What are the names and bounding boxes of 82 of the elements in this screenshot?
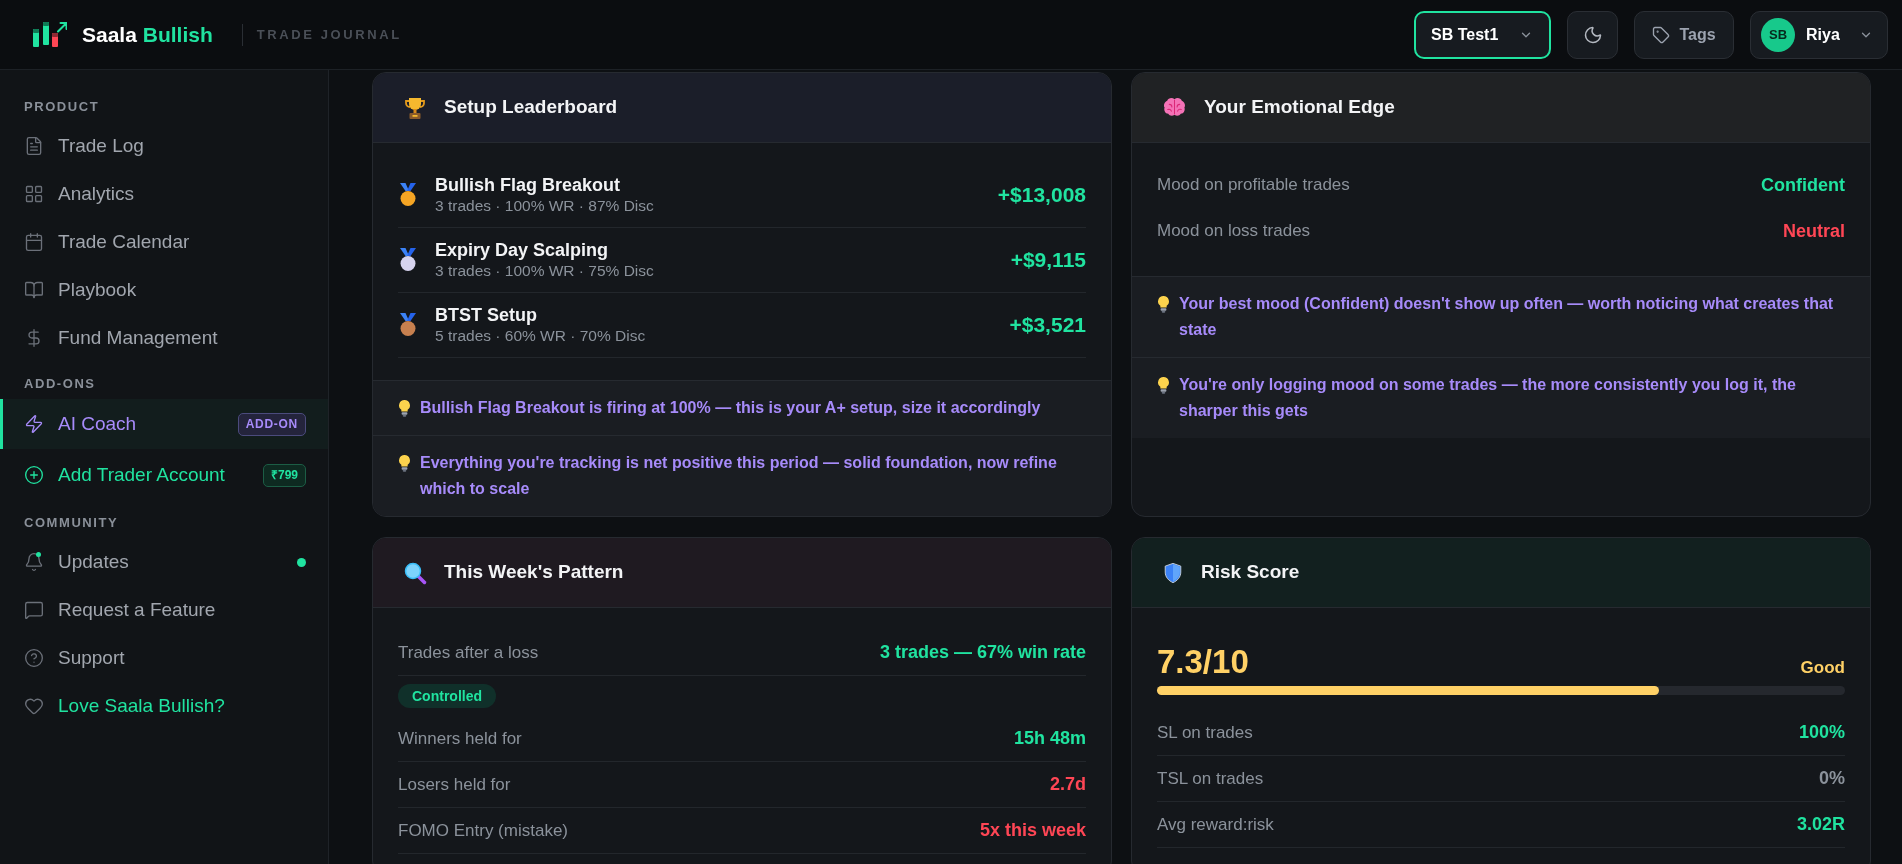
insight-text: Your best mood (Confident) doesn't show up often — worth noticing what creates that state (1179, 294, 1835, 340)
sidebar-item[interactable]: Updates (0, 538, 328, 586)
status-tag: Controlled (398, 684, 496, 708)
sidebar-item[interactable]: Fund Management (0, 314, 328, 362)
shield-icon (1162, 560, 1184, 585)
grid-icon (24, 184, 44, 204)
sidebar-item[interactable]: Love Saala Bullish? (0, 682, 328, 730)
card-title: Setup Leaderboard (444, 95, 618, 120)
help-icon (24, 648, 44, 668)
stat-label: TSL on trades (1157, 767, 1264, 790)
lightbulb-icon (1157, 376, 1170, 394)
tags-button[interactable]: Tags (1634, 10, 1734, 59)
brand-name: Saala Bullish (82, 21, 213, 48)
insight-text: Everything you're tracking is net positive this period — solid foundation, now refine which to scale (420, 453, 1058, 499)
app-subtitle: TRADE JOURNAL (256, 25, 402, 44)
risk-score: 7.3/10 (1157, 645, 1249, 678)
trophy-icon (403, 95, 427, 120)
sidebar-item[interactable]: Request a Feature (0, 586, 328, 634)
sidebar-item[interactable]: Trade Log (0, 122, 328, 170)
section-label: PRODUCT (23, 99, 101, 115)
heart-icon (24, 696, 44, 716)
stat-label: Winners held for (398, 727, 522, 750)
tag-icon (1652, 25, 1671, 44)
plus-circle-icon (24, 465, 44, 485)
stat-value: 15h 48m (1013, 727, 1086, 750)
sidebar-item[interactable]: Add Trader Account ₹799 (0, 449, 328, 501)
sidebar-item[interactable]: Trade Calendar (0, 218, 328, 266)
lightbulb-icon (1157, 295, 1170, 313)
insight-text: Bullish Flag Breakout is firing at 100% — this is your A+ setup, size it accordingly (420, 398, 1042, 418)
stat-value: 3 trades — 67% win rate (879, 641, 1086, 664)
account-switcher[interactable]: SB Test1 (1414, 10, 1551, 59)
stat-label: SL on trades (1157, 721, 1253, 744)
price-badge: ₹799 (262, 463, 306, 487)
profit-value: +$3,521 (1009, 312, 1086, 339)
lightbulb-icon (398, 454, 411, 472)
lightning-icon (24, 414, 44, 434)
stat-value: 3.02R (1796, 813, 1845, 836)
risk-rating: Good (1800, 658, 1845, 678)
stat-label: Losers held for (398, 773, 511, 796)
sidebar-item[interactable]: Analytics (0, 170, 328, 218)
section-label: ADD-ONS (23, 376, 97, 392)
theme-toggle-button[interactable] (1567, 10, 1618, 59)
logo-icon (33, 22, 67, 47)
calendar-icon (24, 232, 44, 252)
setup-name: BTST Setup (435, 305, 538, 326)
moon-icon (1582, 24, 1603, 45)
profit-value: +$9,115 (1010, 247, 1086, 274)
stat-value: Neutral (1783, 219, 1845, 243)
brain-icon (1162, 96, 1187, 119)
card-title: Risk Score (1201, 560, 1300, 585)
setup-stats: 3 trades · 100% WR · 75% Disc (435, 261, 654, 280)
lightbulb-icon (398, 399, 411, 417)
stat-label: Mood on profitable trades (1157, 174, 1350, 197)
setup-stats: 5 trades · 60% WR · 70% Disc (435, 326, 646, 345)
sidebar-item[interactable]: Support (0, 634, 328, 682)
stat-value: 2.7d (1049, 773, 1086, 796)
bell-icon (24, 552, 44, 572)
setup-name: Bullish Flag Breakout (435, 175, 622, 196)
avatar: SB (1761, 17, 1795, 52)
stat-label: Avg reward:risk (1157, 813, 1274, 836)
card-title: Your Emotional Edge (1204, 95, 1395, 120)
card-title: This Week's Pattern (444, 560, 624, 585)
stat-label: Mood on loss trades (1157, 220, 1311, 243)
stat-value: 0% (1819, 767, 1845, 790)
insight-text: You're only logging mood on some trades — the more consistently you log it, the sharper this gets (1179, 375, 1797, 421)
document-icon (24, 136, 44, 156)
stat-value: 5x this week (979, 819, 1086, 842)
user-menu-button[interactable]: SB Riya (1750, 10, 1888, 59)
setup-name: Expiry Day Scalping (435, 240, 610, 261)
section-label: COMMUNITY (23, 515, 120, 531)
stat-label: FOMO Entry (mistake) (398, 819, 568, 842)
chat-bubble-icon (24, 600, 44, 620)
stat-value: 100% (1798, 721, 1845, 744)
sidebar-item[interactable]: Playbook (0, 266, 328, 314)
profit-value: +$13,008 (997, 182, 1086, 209)
stat-value: Confident (1761, 173, 1845, 197)
stat-label: Trades after a loss (398, 641, 539, 664)
setup-stats: 3 trades · 100% WR · 87% Disc (435, 196, 654, 215)
book-icon (24, 280, 44, 300)
magnifier-icon (403, 560, 427, 585)
sidebar-item[interactable]: AI Coach ADD-ON (0, 399, 328, 449)
addon-badge: ADD-ON (237, 412, 306, 436)
